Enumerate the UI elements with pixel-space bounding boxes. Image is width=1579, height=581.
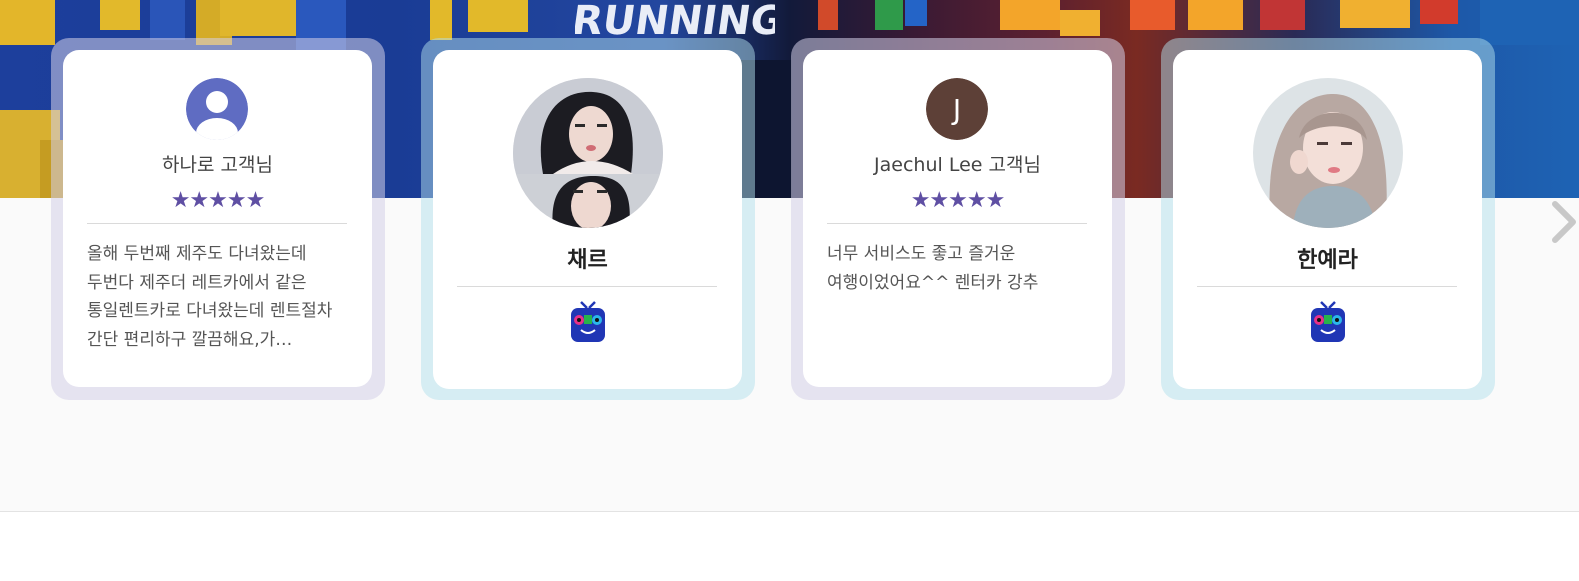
svg-text:J: J [951,93,961,126]
page: RUNNING 하나로 고객님 ★★★★★ 올해 두번째 제주도 다녀왔는데 두… [0,0,1579,581]
review-card-body: 한예라 [1173,50,1482,389]
section-divider [0,511,1579,512]
card-divider [1197,286,1457,287]
initial-avatar: J [926,78,988,140]
reviewer-name: 한예라 [1297,248,1358,273]
review-card-body: 채르 [433,50,742,389]
chevron-right-icon[interactable] [1549,200,1579,244]
tv-character-icon [1311,301,1345,342]
reviewer-name: 채르 [567,248,608,273]
review-card[interactable]: 채르 [421,38,755,400]
review-card[interactable]: 한예라 [1161,38,1495,400]
review-text: 너무 서비스도 좋고 즐거운 여행이었어요^^ 렌터카 강추 [827,244,1039,293]
reviewer-photo [513,78,663,228]
reviewer-photo [1253,78,1403,228]
default-avatar-icon [186,78,248,140]
review-card-body: J Jaechul Lee 고객님 ★★★★★ 너무 서비스도 좋고 즐거운 여… [803,50,1112,387]
star-rating: ★★★★★ [910,188,1006,213]
review-card[interactable]: 하나로 고객님 ★★★★★ 올해 두번째 제주도 다녀왔는데 두번다 제주더 레… [51,38,385,400]
tv-character-icon [571,301,605,342]
review-card[interactable]: J Jaechul Lee 고객님 ★★★★★ 너무 서비스도 좋고 즐거운 여… [791,38,1125,400]
card-divider [827,223,1087,224]
reviewer-name: 하나로 고객님 [162,154,273,176]
review-text: 올해 두번째 제주도 다녀왔는데 두번다 제주더 레트카에서 같은 통일렌트카로… [87,244,333,350]
star-rating: ★★★★★ [170,188,266,213]
card-divider [457,286,717,287]
reviewer-name: Jaechul Lee 고객님 [874,154,1041,176]
card-divider [87,223,347,224]
review-card-body: 하나로 고객님 ★★★★★ 올해 두번째 제주도 다녀왔는데 두번다 제주더 레… [63,50,372,387]
